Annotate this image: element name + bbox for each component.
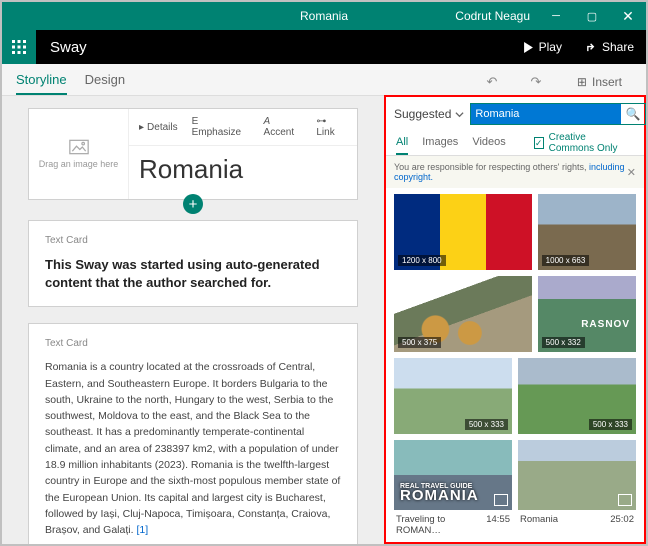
filter-images[interactable]: Images — [422, 131, 458, 155]
add-card-button[interactable]: + — [183, 194, 203, 214]
share-button[interactable]: Share — [574, 30, 646, 64]
user-name[interactable]: Codrut Neagu — [455, 9, 530, 23]
image-placeholder-icon — [69, 139, 89, 155]
image-result[interactable]: 500 x 375 — [394, 276, 532, 352]
heading-image-drop[interactable]: Drag an image here — [29, 109, 129, 199]
image-result[interactable]: 1000 x 663 — [538, 194, 636, 270]
tab-design[interactable]: Design — [85, 72, 125, 95]
play-icon — [523, 42, 534, 53]
search-input[interactable] — [471, 104, 621, 124]
emphasize-button[interactable]: E Emphasize — [192, 116, 250, 138]
cc-only-toggle[interactable]: ✓ Creative Commons Only — [534, 132, 634, 154]
video-result[interactable]: Romania25:02 — [518, 440, 636, 540]
card-label: Text Card — [45, 338, 341, 349]
tab-bar: Storyline Design ↶ ↷ ⊞ Insert — [2, 64, 646, 96]
tab-storyline[interactable]: Storyline — [16, 72, 67, 95]
card-text[interactable]: This Sway was started using auto-generat… — [45, 256, 341, 292]
play-button[interactable]: Play — [511, 30, 574, 64]
storyline-pane: Drag an image here ▸ Details E Emphasize… — [2, 96, 384, 544]
chevron-down-icon — [455, 110, 464, 119]
maximize-button[interactable]: ▢ — [574, 2, 610, 30]
details-toggle[interactable]: ▸ Details — [139, 122, 178, 133]
dismiss-disclaimer[interactable]: ✕ — [627, 166, 636, 179]
image-result[interactable]: 500 x 332 — [538, 276, 636, 352]
filter-all[interactable]: All — [396, 131, 408, 155]
app-brand: Sway — [50, 39, 87, 56]
video-result[interactable]: REAL TRAVEL GUIDEROMANIA Traveling to RO… — [394, 440, 512, 540]
heading-title[interactable]: Romania — [129, 146, 357, 199]
close-button[interactable]: ✕ — [610, 2, 646, 30]
accent-button[interactable]: A Accent — [264, 116, 303, 138]
source-dropdown[interactable]: Suggested — [394, 107, 464, 121]
image-result[interactable]: 1200 x 800 — [394, 194, 532, 270]
heading-card[interactable]: Drag an image here ▸ Details E Emphasize… — [28, 108, 358, 200]
link-button[interactable]: ⊶ Link — [316, 116, 347, 138]
copyright-disclaimer: You are responsible for respecting other… — [386, 156, 644, 188]
heading-toolbar: ▸ Details E Emphasize A Accent ⊶ Link — [129, 109, 357, 146]
card-label: Text Card — [45, 235, 341, 246]
insert-icon: ⊞ — [577, 75, 587, 89]
redo-button[interactable]: ↷ — [523, 69, 549, 95]
text-card-2[interactable]: Text Card Romania is a country located a… — [28, 323, 358, 544]
share-icon — [586, 42, 597, 53]
insert-button[interactable]: ⊞ Insert — [567, 69, 632, 95]
filter-videos[interactable]: Videos — [472, 131, 505, 155]
video-icon — [618, 494, 632, 506]
image-result[interactable]: 500 x 333 — [394, 358, 512, 434]
results-grid: 1200 x 800 1000 x 663 500 x 375 500 x 33… — [386, 188, 644, 542]
image-result[interactable]: 500 x 333 — [518, 358, 636, 434]
minimize-button[interactable]: ─ — [538, 2, 574, 30]
window-titlebar: Romania Codrut Neagu ─ ▢ ✕ — [2, 2, 646, 30]
undo-button[interactable]: ↶ — [479, 69, 505, 95]
window-title: Romania — [300, 9, 348, 23]
search-icon[interactable]: 🔍 — [621, 104, 645, 124]
app-bar: Sway Play Share — [2, 30, 646, 64]
video-icon — [494, 494, 508, 506]
app-launcher-icon[interactable] — [2, 30, 36, 64]
search-box[interactable]: 🔍 — [470, 103, 646, 125]
checkbox-icon: ✓ — [534, 137, 544, 149]
suggested-panel: Suggested 🔍 ✕ All Images Videos ✓ Creati… — [384, 95, 646, 544]
text-card-1[interactable]: Text Card This Sway was started using au… — [28, 220, 358, 307]
card-text[interactable]: Romania is a country located at the cros… — [45, 359, 341, 538]
citation-link[interactable]: [1] — [136, 524, 148, 536]
